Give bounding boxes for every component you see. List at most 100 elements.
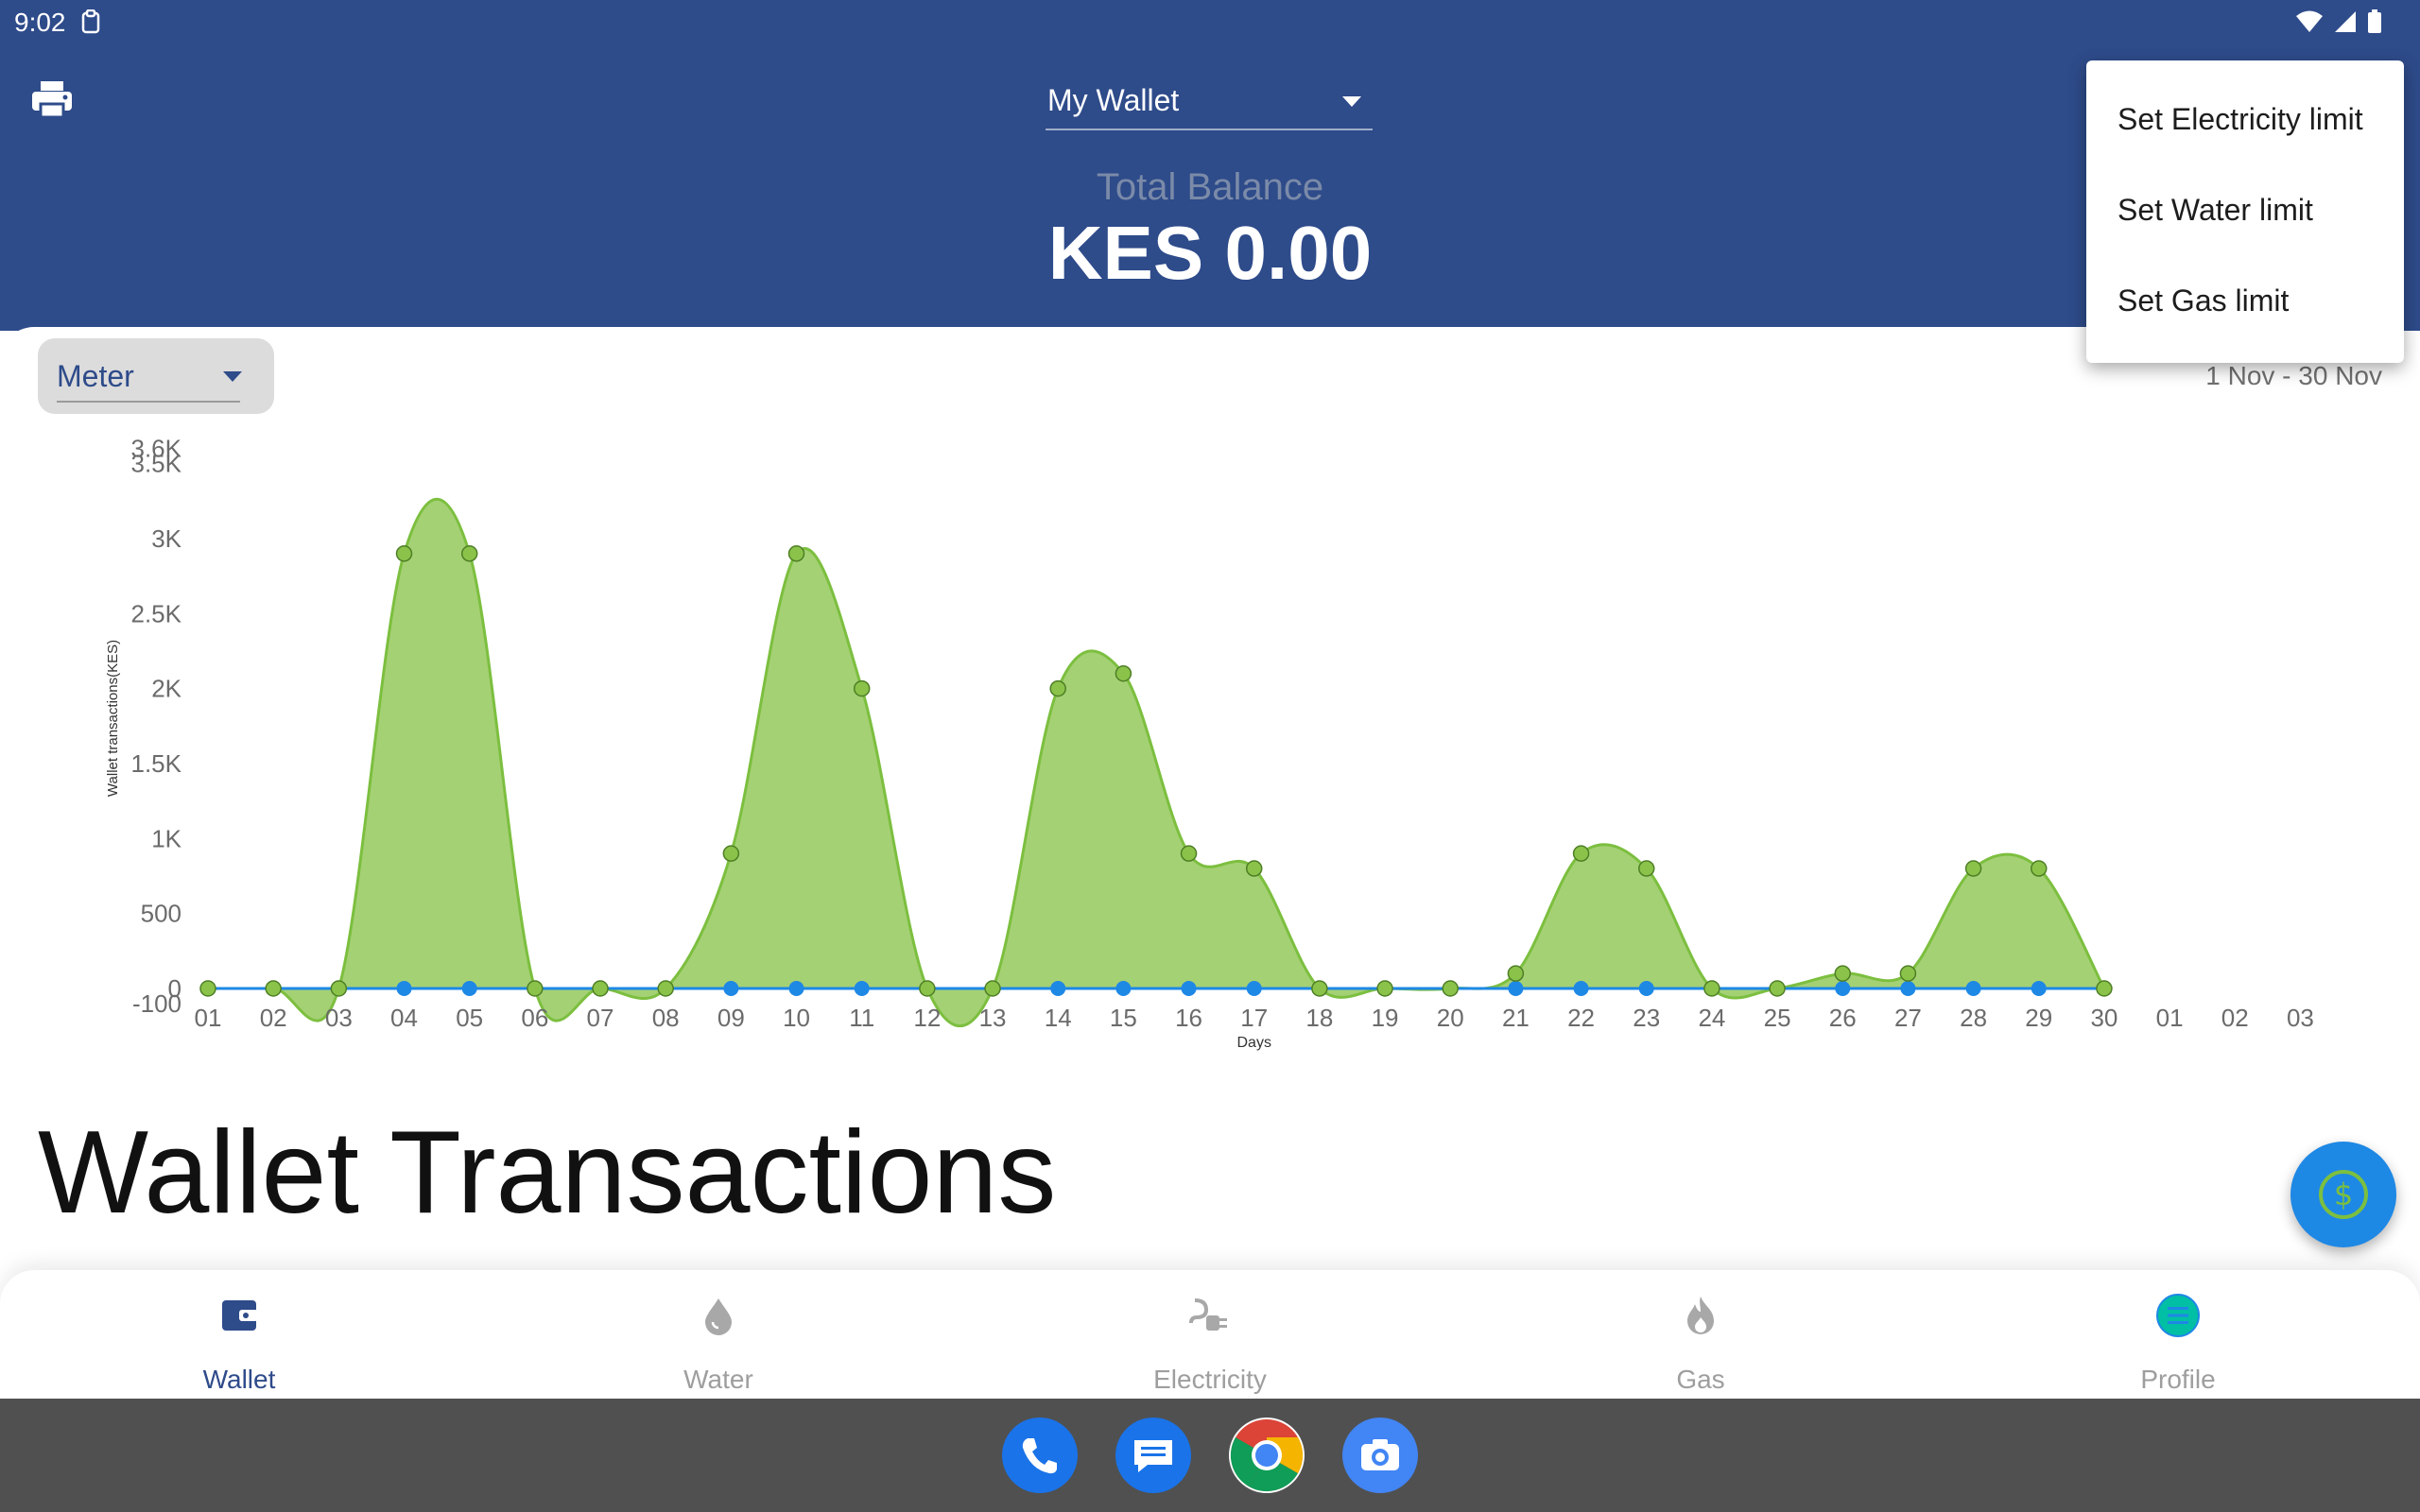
nav-item-wallet[interactable]: Wallet bbox=[97, 1270, 381, 1399]
menu-item-set-gas-limit[interactable]: Set Gas limit bbox=[2086, 242, 2404, 333]
data-point bbox=[2031, 860, 2048, 877]
y-tick-label: 2.5K bbox=[131, 599, 182, 627]
menu-item-label: Set Electricity limit bbox=[2118, 102, 2363, 136]
chevron-down-icon bbox=[223, 371, 242, 382]
x-tick-label: 15 bbox=[1110, 1004, 1137, 1032]
menu-item-set-electricity-limit[interactable]: Set Electricity limit bbox=[2086, 60, 2404, 151]
camera-app-icon[interactable] bbox=[1342, 1418, 1418, 1493]
x-tick-label: 02 bbox=[2221, 1004, 2249, 1032]
data-point bbox=[1049, 679, 1066, 697]
data-point bbox=[1637, 860, 1655, 877]
x-tick-label: 01 bbox=[2156, 1004, 2184, 1032]
nav-item-label: Electricity bbox=[1153, 1365, 1267, 1394]
data-point bbox=[1573, 981, 1589, 996]
data-point bbox=[1638, 981, 1654, 996]
meter-dropdown[interactable]: Meter bbox=[38, 338, 274, 414]
data-point bbox=[853, 679, 871, 697]
x-tick-label: 08 bbox=[652, 1004, 680, 1032]
data-point bbox=[2031, 981, 2047, 996]
data-point bbox=[657, 980, 674, 997]
nav-item-water[interactable]: Water bbox=[577, 1270, 860, 1399]
data-point bbox=[1245, 860, 1263, 877]
x-tick-label: 22 bbox=[1567, 1004, 1595, 1032]
data-point bbox=[1900, 981, 1916, 996]
nav-item-profile[interactable]: Profile bbox=[2036, 1270, 2320, 1399]
data-point bbox=[854, 981, 870, 996]
y-tick-label: 3K bbox=[151, 524, 182, 553]
wifi-icon bbox=[2296, 10, 2323, 32]
x-tick-label: 29 bbox=[2025, 1004, 2052, 1032]
wallet-dropdown[interactable]: My Wallet bbox=[1046, 76, 1373, 130]
chrome-app-icon[interactable] bbox=[1229, 1418, 1305, 1493]
menu-item-set-water-limit[interactable]: Set Water limit bbox=[2086, 151, 2404, 242]
data-point bbox=[723, 981, 739, 996]
x-tick-label: 02 bbox=[260, 1004, 287, 1032]
x-tick-label: 03 bbox=[325, 1004, 353, 1032]
phone-app-icon[interactable] bbox=[1002, 1418, 1078, 1493]
data-point bbox=[460, 545, 478, 562]
x-tick-label: 12 bbox=[913, 1004, 941, 1032]
wallet-dropdown-label: My Wallet bbox=[1047, 83, 1180, 117]
svg-text:$: $ bbox=[2334, 1177, 2353, 1212]
app-header: 9:02 My Wallet Total Balance KES 0.00 bbox=[0, 0, 2420, 331]
messages-app-icon[interactable] bbox=[1115, 1418, 1191, 1493]
nav-item-label: Gas bbox=[1676, 1365, 1725, 1394]
message-icon bbox=[1134, 1440, 1172, 1472]
data-point bbox=[788, 981, 804, 996]
dollar-icon: $ bbox=[2319, 1170, 2368, 1219]
data-point bbox=[984, 980, 1001, 997]
data-point bbox=[1507, 965, 1525, 982]
x-tick-label: 04 bbox=[390, 1004, 418, 1032]
y-tick-label: 1K bbox=[151, 824, 182, 852]
data-point bbox=[1965, 981, 1981, 996]
data-point bbox=[395, 545, 413, 562]
section-title: Wallet Transactions bbox=[38, 1108, 1057, 1238]
clipboard-status-icon bbox=[81, 9, 100, 34]
data-point bbox=[1835, 981, 1851, 996]
status-time: 9:02 bbox=[14, 8, 66, 37]
water-drop-icon bbox=[705, 1298, 732, 1335]
x-tick-label: 13 bbox=[979, 1004, 1007, 1032]
nav-item-label: Profile bbox=[2140, 1365, 2216, 1394]
data-point bbox=[1769, 980, 1786, 997]
x-tick-label: 07 bbox=[587, 1004, 614, 1032]
menu-item-label: Set Water limit bbox=[2118, 193, 2313, 227]
data-point bbox=[1834, 965, 1851, 982]
profile-menu-icon bbox=[2156, 1294, 2200, 1337]
x-tick-label: 06 bbox=[521, 1004, 548, 1032]
x-tick-label: 25 bbox=[1764, 1004, 1791, 1032]
status-bar: 9:02 bbox=[0, 0, 2420, 45]
data-point bbox=[592, 980, 609, 997]
dropdown-underline bbox=[57, 401, 240, 403]
data-point bbox=[1964, 860, 1982, 877]
y-tick-label: 1.5K bbox=[131, 749, 182, 778]
data-point bbox=[1181, 981, 1197, 996]
x-tick-label: 20 bbox=[1437, 1004, 1464, 1032]
x-tick-label: 21 bbox=[1502, 1004, 1530, 1032]
y-axis-label: Wallet transactions(KES) bbox=[105, 640, 121, 797]
system-dock bbox=[0, 1399, 2420, 1512]
data-point bbox=[1311, 980, 1328, 997]
x-tick-label: 18 bbox=[1305, 1004, 1333, 1032]
x-tick-label: 03 bbox=[2287, 1004, 2314, 1032]
nav-item-gas[interactable]: Gas bbox=[1559, 1270, 1842, 1399]
nav-item-electricity[interactable]: Electricity bbox=[1068, 1270, 1352, 1399]
x-tick-label: 17 bbox=[1240, 1004, 1268, 1032]
data-point bbox=[199, 980, 216, 997]
x-tick-label: 23 bbox=[1633, 1004, 1660, 1032]
limits-popup-menu: Set Electricity limit Set Water limit Se… bbox=[2086, 60, 2404, 363]
phone-icon bbox=[1022, 1438, 1057, 1474]
data-point bbox=[330, 980, 348, 997]
y-tick-label: 500 bbox=[141, 900, 182, 928]
x-tick-label: 27 bbox=[1894, 1004, 1922, 1032]
wallet-transactions-chart: -10005001K1.5K2K2.5K3K3.5K3.6KWallet tra… bbox=[105, 435, 2314, 1051]
chrome-icon bbox=[1230, 1419, 1304, 1492]
data-point bbox=[2096, 980, 2113, 997]
print-icon[interactable] bbox=[28, 76, 76, 123]
x-tick-label: 05 bbox=[456, 1004, 483, 1032]
data-point bbox=[461, 981, 477, 996]
status-icons bbox=[2295, 9, 2382, 34]
data-point bbox=[396, 981, 412, 996]
x-tick-label: 19 bbox=[1372, 1004, 1399, 1032]
payment-fab-button[interactable]: $ bbox=[2290, 1142, 2396, 1247]
